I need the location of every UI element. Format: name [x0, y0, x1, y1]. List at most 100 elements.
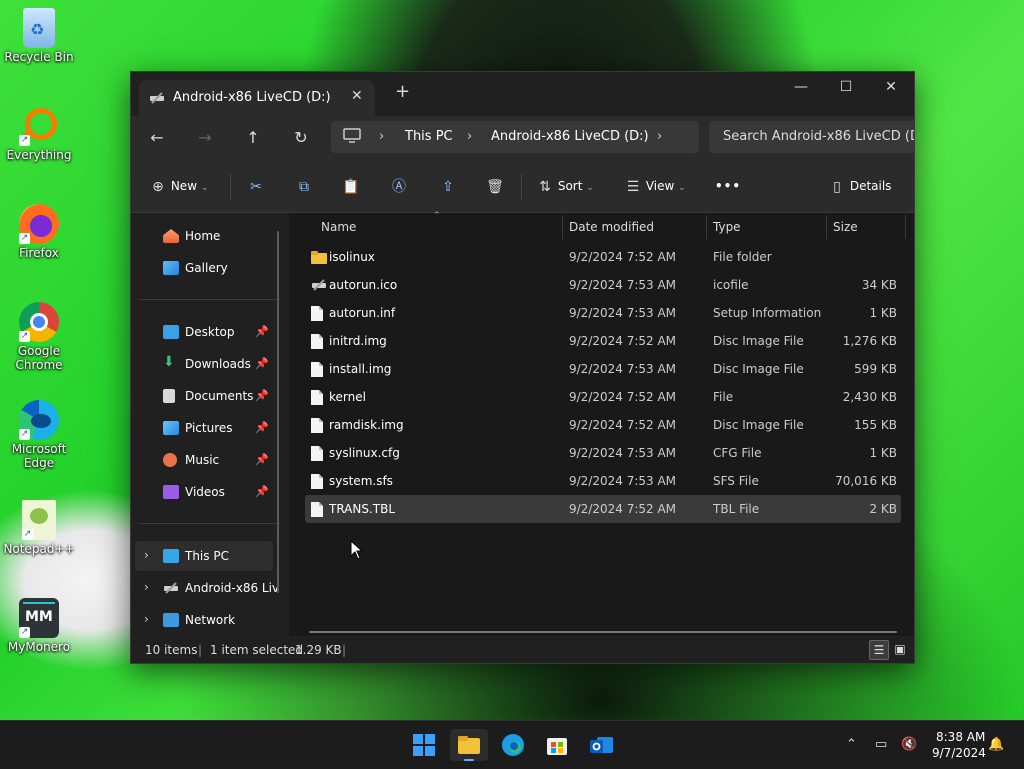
details-pane-button[interactable]: ▯ Details [828, 176, 891, 196]
sidebar-item-downloads[interactable]: ⬇ Downloads 📌 [131, 349, 281, 379]
file-size: 1 KB [869, 446, 897, 460]
sidebar-item-videos[interactable]: Videos 📌 [131, 477, 281, 507]
chrome-icon: ↗ [19, 302, 59, 342]
rename-button[interactable]: Ⓐ [390, 176, 408, 196]
column-divider[interactable] [562, 215, 563, 239]
sidebar-item-home[interactable]: Home [131, 221, 281, 251]
close-button[interactable]: ✕ [868, 72, 914, 102]
sort-button[interactable]: ⇅ Sort ⌄ [536, 176, 594, 196]
sidebar-item-desktop[interactable]: Desktop 📌 [131, 317, 281, 347]
column-header-name[interactable]: Name [321, 220, 356, 234]
new-button-label: New [170, 179, 198, 193]
desktop-icon-microsoft-edge[interactable]: ↗ Microsoft Edge [3, 400, 75, 470]
table-row[interactable]: initrd.img 9/2/2024 7:52 AM Disc Image Fil… [305, 327, 901, 355]
minimize-button[interactable]: — [778, 72, 824, 102]
table-row[interactable]: TRANS.TBL 9/2/2024 7:52 AM TBL File 2 KB [305, 495, 901, 523]
chevron-right-icon[interactable]: › [144, 548, 149, 562]
desktop-icon-notepad-plus-plus[interactable]: ↗ Notepad++ [3, 500, 75, 556]
table-row[interactable]: ramdisk.img 9/2/2024 7:52 AM Disc Image Fi… [305, 411, 901, 439]
network-status-icon[interactable]: ▭ [875, 737, 887, 752]
file-explorer-taskbar-button[interactable] [450, 729, 488, 761]
details-view-toggle[interactable]: ☰ [869, 640, 889, 660]
more-options-button[interactable]: ••• [715, 176, 741, 196]
sidebar-scrollbar[interactable] [277, 231, 279, 593]
chevron-right-icon[interactable]: › [144, 612, 149, 626]
sidebar-divider [139, 299, 281, 300]
new-button[interactable]: ⊕ New ⌄ [149, 176, 208, 196]
table-row[interactable]: syslinux.cfg 9/2/2024 7:53 AM CFG File 1 KB [305, 439, 901, 467]
view-button[interactable]: ☰ View ⌄ [624, 176, 686, 196]
column-divider[interactable] [905, 215, 906, 239]
column-header-size[interactable]: Size [833, 220, 858, 234]
clock-time[interactable]: 8:38 AM [936, 730, 985, 744]
column-divider[interactable] [706, 215, 707, 239]
paste-button[interactable]: 📋 [342, 176, 360, 196]
new-tab-button[interactable]: + [395, 83, 410, 101]
file-date: 9/2/2024 7:53 AM [569, 306, 677, 320]
search-box[interactable]: Search Android-x86 LiveCD (D:) [709, 121, 914, 153]
desktop-icon-label: Notepad++ [3, 542, 75, 556]
monitor-icon [343, 128, 361, 148]
file-icon [311, 306, 325, 321]
desktop-icon-firefox[interactable]: ↗ Firefox [3, 204, 75, 260]
sidebar-item-music[interactable]: Music 📌 [131, 445, 281, 475]
edge-taskbar-button[interactable] [497, 729, 529, 761]
microsoft-store-taskbar-button[interactable] [541, 729, 573, 761]
table-row[interactable]: kernel 9/2/2024 7:52 AM File 2,430 KB [305, 383, 901, 411]
back-button[interactable]: ← [146, 127, 168, 149]
table-row[interactable]: autorun.inf 9/2/2024 7:53 AM Setup Informa… [305, 299, 901, 327]
maximize-button[interactable]: ☐ [823, 72, 869, 102]
horizontal-scrollbar[interactable] [309, 631, 897, 633]
file-date: 9/2/2024 7:52 AM [569, 502, 677, 516]
up-button[interactable]: ↑ [242, 127, 264, 149]
desktop-icon-recycle-bin[interactable]: ♻ Recycle Bin [3, 8, 75, 64]
column-header-date[interactable]: Date modified [569, 220, 654, 234]
mymonero-icon: MM ↗ [19, 598, 59, 638]
sidebar-item-pictures[interactable]: Pictures 📌 [131, 413, 281, 443]
search-input[interactable]: Search Android-x86 LiveCD (D:) [723, 129, 914, 144]
file-name: install.img [329, 362, 392, 376]
breadcrumb-this-pc[interactable]: This PC [405, 129, 453, 144]
sidebar-item-android-x86-livecd[interactable]: › Android-x86 Liv [131, 573, 281, 603]
refresh-button[interactable]: ↻ [290, 127, 312, 149]
column-divider[interactable] [826, 215, 827, 239]
start-button[interactable] [408, 729, 440, 761]
notification-bell-icon[interactable]: 🔔 [988, 737, 1004, 752]
chevron-right-icon[interactable]: › [144, 580, 149, 594]
share-button[interactable]: ⇪ [439, 176, 457, 196]
tab-android-x86-livecd[interactable]: Android-x86 LiveCD (D:) ✕ [139, 80, 375, 116]
status-bar: 10 items | 1 item selected 1.29 KB | ☰ ▣ [131, 636, 914, 663]
outlook-taskbar-button[interactable] [585, 729, 617, 761]
table-row[interactable]: autorun.ico 9/2/2024 7:53 AM icofile 34 KB [305, 271, 901, 299]
file-icon [311, 418, 325, 433]
sidebar-item-documents[interactable]: Documents 📌 [131, 381, 281, 411]
clock-date[interactable]: 9/7/2024 [932, 746, 986, 760]
column-header-type[interactable]: Type [713, 220, 741, 234]
show-hidden-icons-chevron-icon[interactable]: ⌃ [846, 737, 857, 752]
sidebar-item-this-pc[interactable]: › This PC [135, 541, 273, 571]
desktop-icon-everything[interactable]: ↗ Everything [3, 106, 75, 162]
delete-button[interactable]: 🗑 [486, 176, 504, 196]
tiles-view-toggle[interactable]: ▣ [891, 640, 909, 658]
file-name: isolinux [329, 250, 375, 264]
address-bar[interactable]: › This PC › Android-x86 LiveCD (D:) › [331, 121, 699, 153]
file-date: 9/2/2024 7:53 AM [569, 362, 677, 376]
table-row[interactable]: isolinux 9/2/2024 7:52 AM File folder [305, 243, 901, 271]
file-date: 9/2/2024 7:52 AM [569, 390, 677, 404]
desktop-icon-google-chrome[interactable]: ↗ Google Chrome [3, 302, 75, 372]
desktop-icon-mymonero[interactable]: MM ↗ MyMonero [3, 598, 75, 654]
table-row[interactable]: system.sfs 9/2/2024 7:53 AM SFS File 70,016… [305, 467, 901, 495]
volume-muted-icon[interactable]: 🔇 [901, 737, 917, 752]
pin-icon: 📌 [255, 453, 269, 466]
breadcrumb-drive[interactable]: Android-x86 LiveCD (D:) [491, 129, 649, 144]
copy-button[interactable]: ⧉ [295, 176, 313, 196]
tab-close-icon[interactable]: ✕ [351, 88, 363, 104]
shortcut-arrow-icon: ↗ [19, 331, 30, 342]
forward-button[interactable]: → [194, 127, 216, 149]
table-row[interactable]: install.img 9/2/2024 7:53 AM Disc Image Fi… [305, 355, 901, 383]
cut-button[interactable]: ✂ [247, 176, 265, 196]
sidebar-item-network[interactable]: › Network [131, 605, 281, 635]
sidebar-item-gallery[interactable]: Gallery [131, 253, 281, 283]
shortcut-arrow-icon: ↗ [22, 529, 33, 540]
cd-drive-icon [149, 91, 165, 105]
